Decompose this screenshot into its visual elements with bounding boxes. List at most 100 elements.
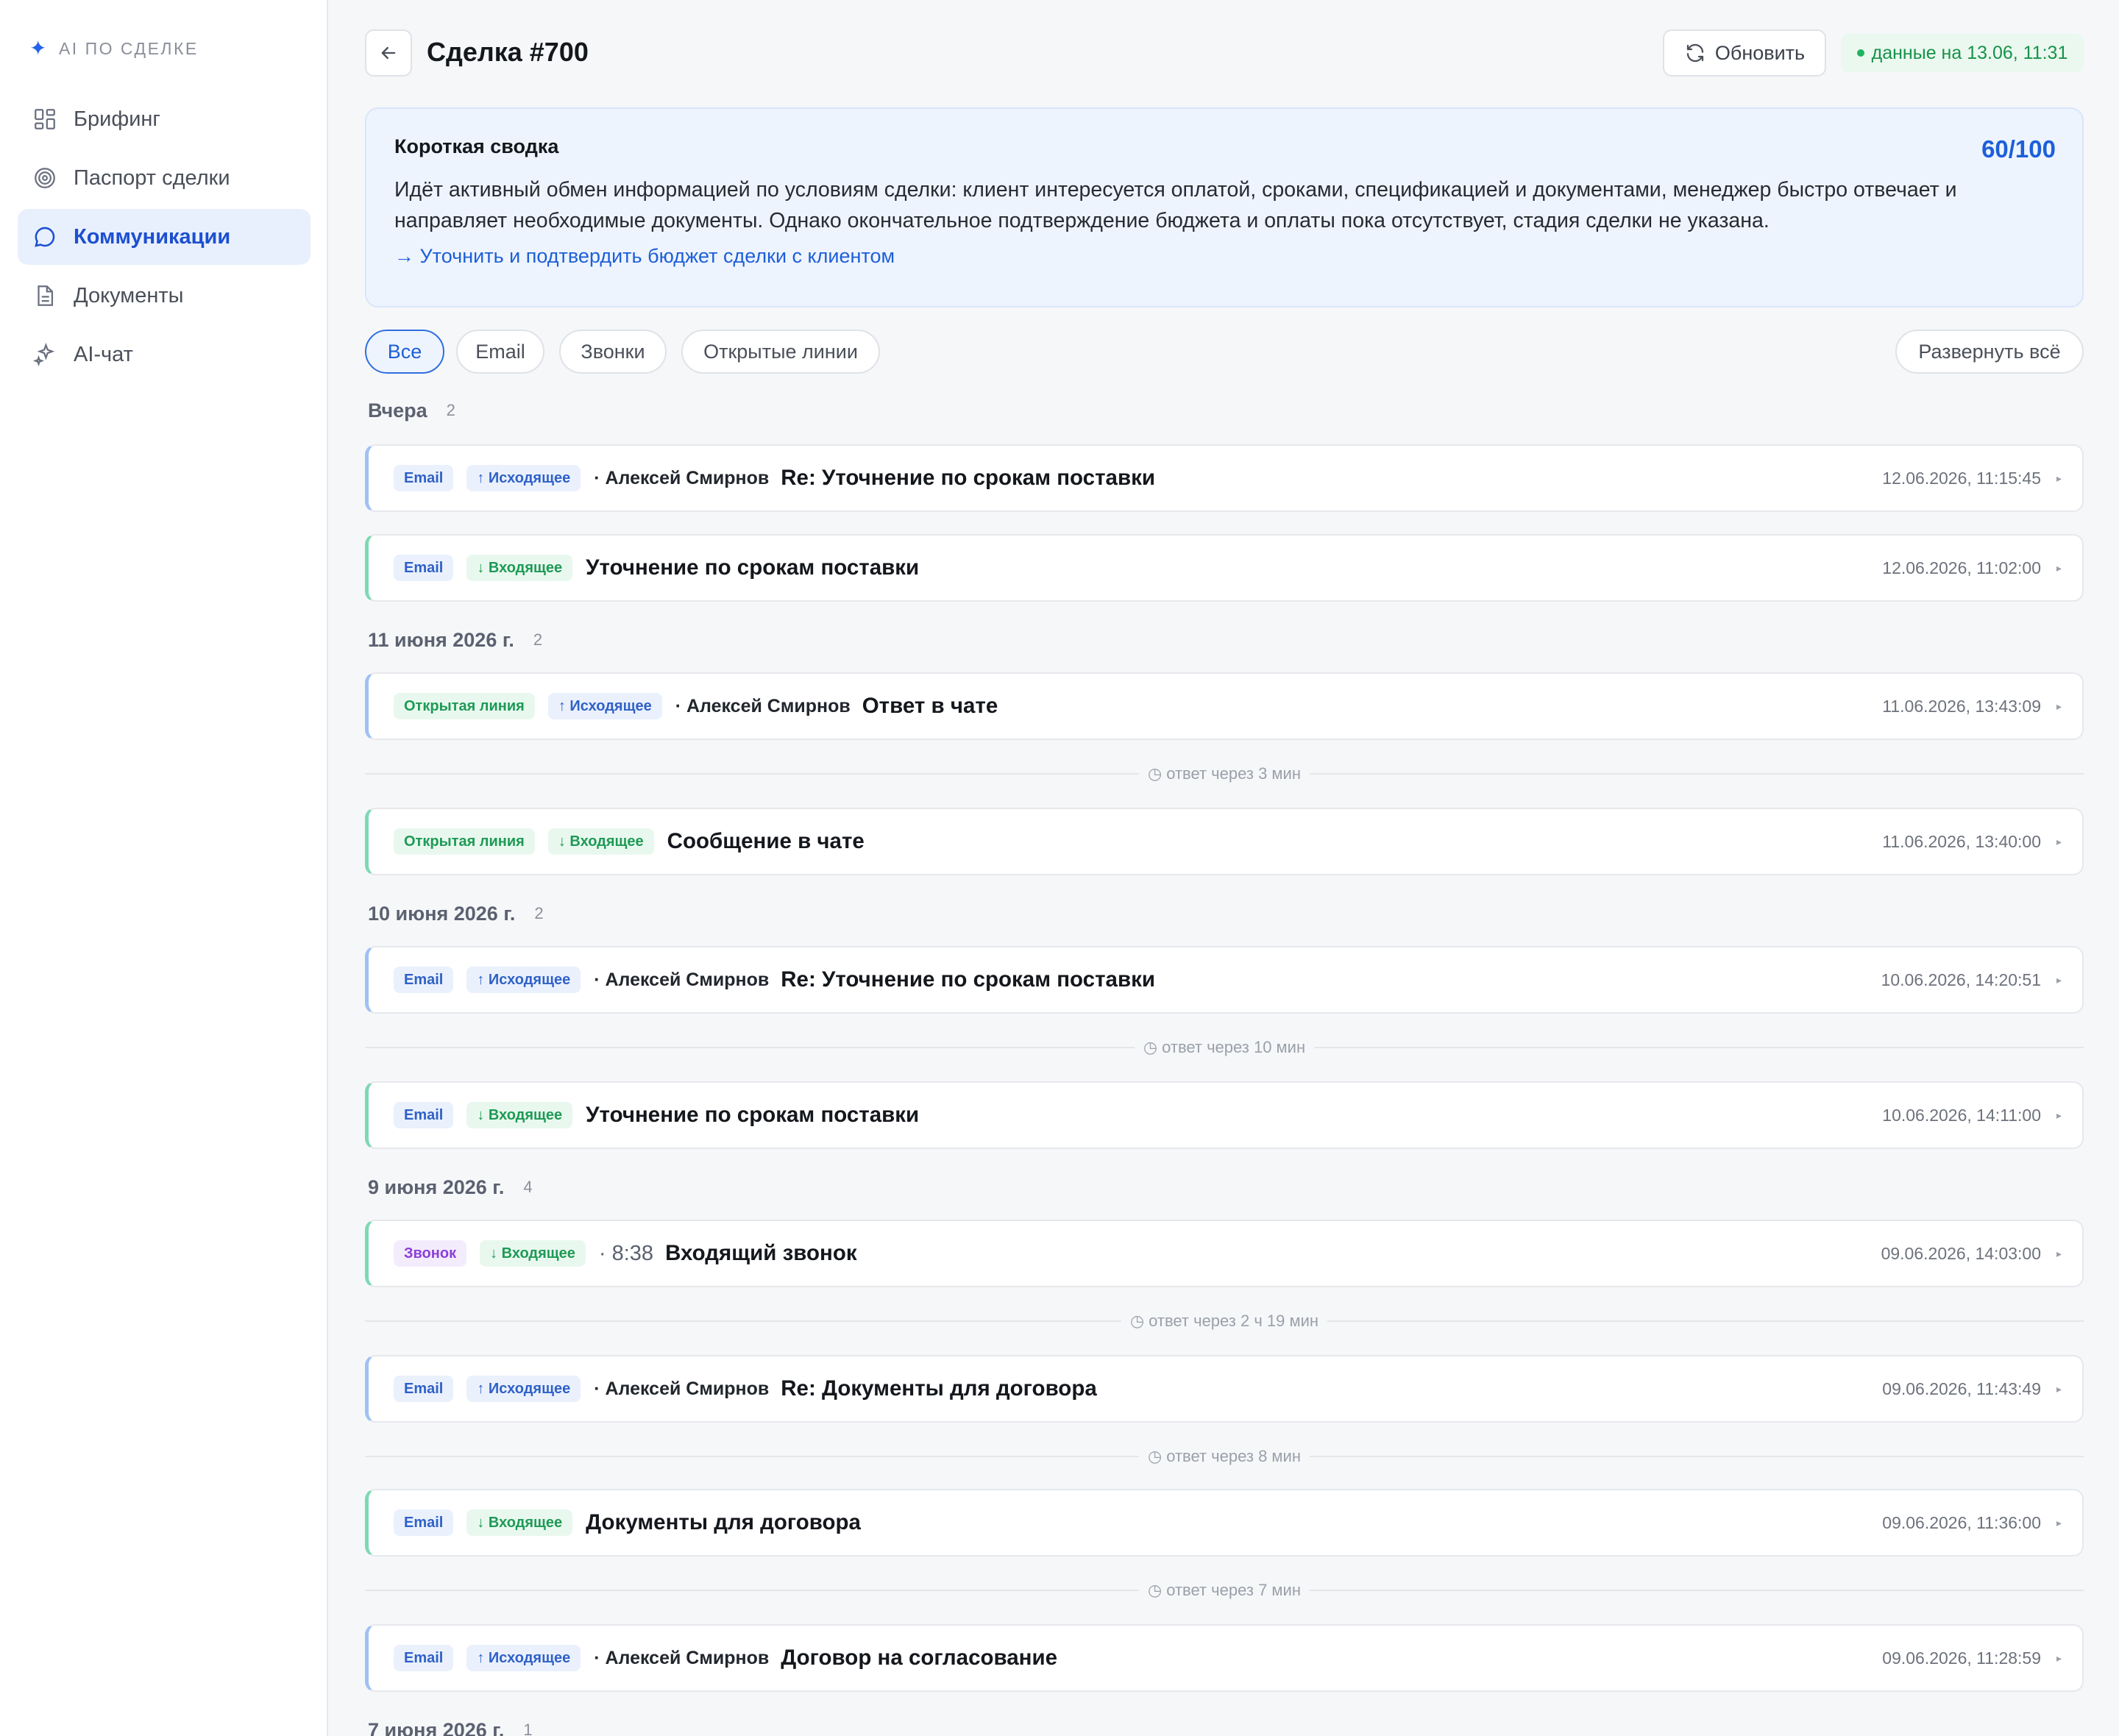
summary-text: Идёт активный обмен информацией по услов…	[394, 178, 1957, 232]
communication-row[interactable]: Открытая линия ↑ Исходящее · Алексей Сми…	[365, 672, 2084, 740]
chevron-right-icon: ▸	[2056, 973, 2062, 986]
filter-chip-email[interactable]: Email	[456, 330, 544, 374]
date-group-header: 7 июня 2026 г. 1	[368, 1715, 533, 1736]
sidebar-item-passport[interactable]: Паспорт сделки	[18, 150, 310, 206]
data-status-badge: данные на 13.06, 11:31	[1841, 34, 2084, 72]
date-group-count: 1	[523, 1721, 533, 1736]
response-gap: ◷ ответ через 2 ч 19 мин	[365, 1308, 2084, 1334]
target-icon	[35, 168, 55, 188]
sidebar-item-documents[interactable]: Документы	[18, 268, 310, 324]
channel-tag: Email	[394, 1509, 454, 1536]
date-group-label: 11 июня 2026 г.	[368, 628, 514, 651]
channel-tag: Email	[394, 1376, 454, 1402]
expand-all-button[interactable]: Развернуть всё	[1895, 330, 2084, 374]
data-status-text: данные на 13.06, 11:31	[1871, 42, 2068, 63]
direction-tag: ↓ Входящее	[547, 828, 654, 855]
communication-row[interactable]: Email ↓ Входящее Уточнение по срокам пос…	[365, 1081, 2084, 1149]
filter-bar: Все Email Звонки Открытые линии Разверну…	[365, 330, 2084, 374]
communication-row[interactable]: Email ↑ Исходящее · Алексей Смирнов Re: …	[365, 444, 2084, 512]
subject: Ответ в чате	[862, 694, 998, 718]
timestamp: 11.06.2026, 13:40:00	[1882, 831, 2041, 851]
date-group-count: 2	[446, 401, 455, 419]
communication-row[interactable]: Email ↑ Исходящее · Алексей Смирнов Re: …	[365, 946, 2084, 1014]
channel-tag: Открытая линия	[394, 828, 535, 855]
brand-label: AI ПО СДЕЛКЕ	[58, 38, 199, 58]
timestamp: 12.06.2026, 11:02:00	[1882, 558, 2041, 577]
timestamp: 09.06.2026, 11:28:59	[1882, 1648, 2041, 1668]
brand: ✦ AI ПО СДЕЛКЕ	[29, 35, 199, 62]
direction-tag: ↓ Входящее	[480, 1240, 586, 1267]
timestamp: 12.06.2026, 11:15:45	[1882, 468, 2041, 488]
date-group-label: Вчера	[368, 399, 427, 421]
document-icon	[38, 285, 54, 306]
direction-tag: ↑ Исходящее	[466, 1376, 581, 1402]
sparkle-icon	[32, 342, 55, 367]
communication-row[interactable]: Email ↓ Входящее Документы для договора …	[365, 1489, 2084, 1557]
response-gap: ◷ ответ через 7 мин	[365, 1577, 2084, 1604]
direction-tag: ↓ Входящее	[466, 1102, 573, 1128]
communication-row[interactable]: Email ↓ Входящее Уточнение по срокам пос…	[365, 534, 2084, 602]
clock-icon: ◷	[1148, 764, 1163, 783]
sidebar-item-label: Документы	[74, 283, 184, 307]
date-group-header: 10 июня 2026 г. 2	[368, 899, 544, 928]
call-duration: · 8:38	[598, 1241, 654, 1265]
date-group-header: 9 июня 2026 г. 4	[368, 1173, 533, 1202]
divider	[365, 1456, 1140, 1457]
chevron-right-icon: ▸	[2056, 700, 2062, 712]
status-dot-icon	[1856, 49, 1864, 57]
author-name: · Алексей Смирнов	[594, 1647, 770, 1668]
communication-row[interactable]: Email ↑ Исходящее · Алексей Смирнов Дого…	[365, 1624, 2084, 1692]
chevron-right-icon: ▸	[2056, 561, 2062, 574]
timestamp: 09.06.2026, 11:43:49	[1882, 1379, 2041, 1398]
filter-chip-open-lines[interactable]: Открытые линии	[681, 330, 880, 374]
back-button[interactable]	[365, 29, 412, 77]
divider	[1309, 1590, 2084, 1591]
date-group-label: 7 июня 2026 г.	[368, 1718, 505, 1736]
arrow-left-icon	[381, 46, 396, 60]
chevron-right-icon: ▸	[2056, 1516, 2062, 1529]
grid-icon	[35, 109, 55, 129]
date-group-header: Вчера 2	[368, 396, 455, 425]
channel-tag: Email	[394, 1102, 454, 1128]
timestamp: 10.06.2026, 14:20:51	[1881, 970, 2041, 989]
channel-tag: Открытая линия	[394, 693, 535, 719]
divider	[1314, 1047, 2084, 1048]
author-name: · Алексей Смирнов	[594, 969, 770, 990]
subject: Сообщение в чате	[667, 829, 865, 853]
refresh-button[interactable]: Обновить	[1663, 29, 1826, 77]
channel-tag: Email	[394, 967, 454, 993]
page-title: Сделка #700	[427, 37, 589, 67]
sidebar-item-label: Брифинг	[74, 107, 161, 131]
sidebar-item-briefing[interactable]: Брифинг	[18, 91, 310, 147]
divider	[365, 1320, 1121, 1322]
summary-score: 60/100	[1981, 135, 2056, 163]
refresh-label: Обновить	[1714, 41, 1806, 64]
direction-tag: ↑ Исходящее	[466, 967, 581, 993]
author-name: · Алексей Смирнов	[594, 1378, 770, 1399]
filter-chip-all[interactable]: Все	[365, 330, 444, 374]
date-group-count: 2	[534, 904, 544, 922]
chat-bubble-icon	[35, 227, 55, 247]
clock-icon: ◷	[1129, 1312, 1145, 1330]
subject: Уточнение по срокам поставки	[586, 1103, 920, 1127]
summary-title: Короткая сводка	[394, 135, 559, 157]
sidebar-item-ai-chat[interactable]: AI-чат	[18, 327, 310, 383]
author-name: · Алексей Смирнов	[594, 467, 770, 488]
communication-row[interactable]: Email ↑ Исходящее · Алексей Смирнов Re: …	[365, 1355, 2084, 1423]
divider	[1327, 1320, 2084, 1322]
divider	[365, 773, 1140, 775]
channel-tag: Email	[394, 555, 454, 581]
date-group-count: 4	[523, 1178, 533, 1196]
filter-chip-calls[interactable]: Звонки	[559, 330, 667, 374]
chevron-right-icon: ▸	[2056, 1109, 2062, 1121]
summary-action-link[interactable]: → Уточнить и подтвердить бюджет сделки с…	[394, 245, 2054, 268]
direction-tag: ↓ Входящее	[466, 555, 573, 581]
sidebar-item-communications[interactable]: Коммуникации	[18, 209, 310, 265]
direction-tag: ↑ Исходящее	[466, 465, 581, 491]
communication-row[interactable]: Открытая линия ↓ Входящее Сообщение в ча…	[365, 808, 2084, 875]
response-gap-text: ответ через 7 мин	[1166, 1581, 1301, 1599]
subject: Re: Уточнение по срокам поставки	[781, 967, 1155, 992]
communication-row[interactable]: Звонок ↓ Входящее · 8:38 Входящий звонок…	[365, 1220, 2084, 1287]
response-gap: ◷ ответ через 3 мин	[365, 761, 2084, 787]
sidebar-item-label: Коммуникации	[74, 224, 231, 249]
